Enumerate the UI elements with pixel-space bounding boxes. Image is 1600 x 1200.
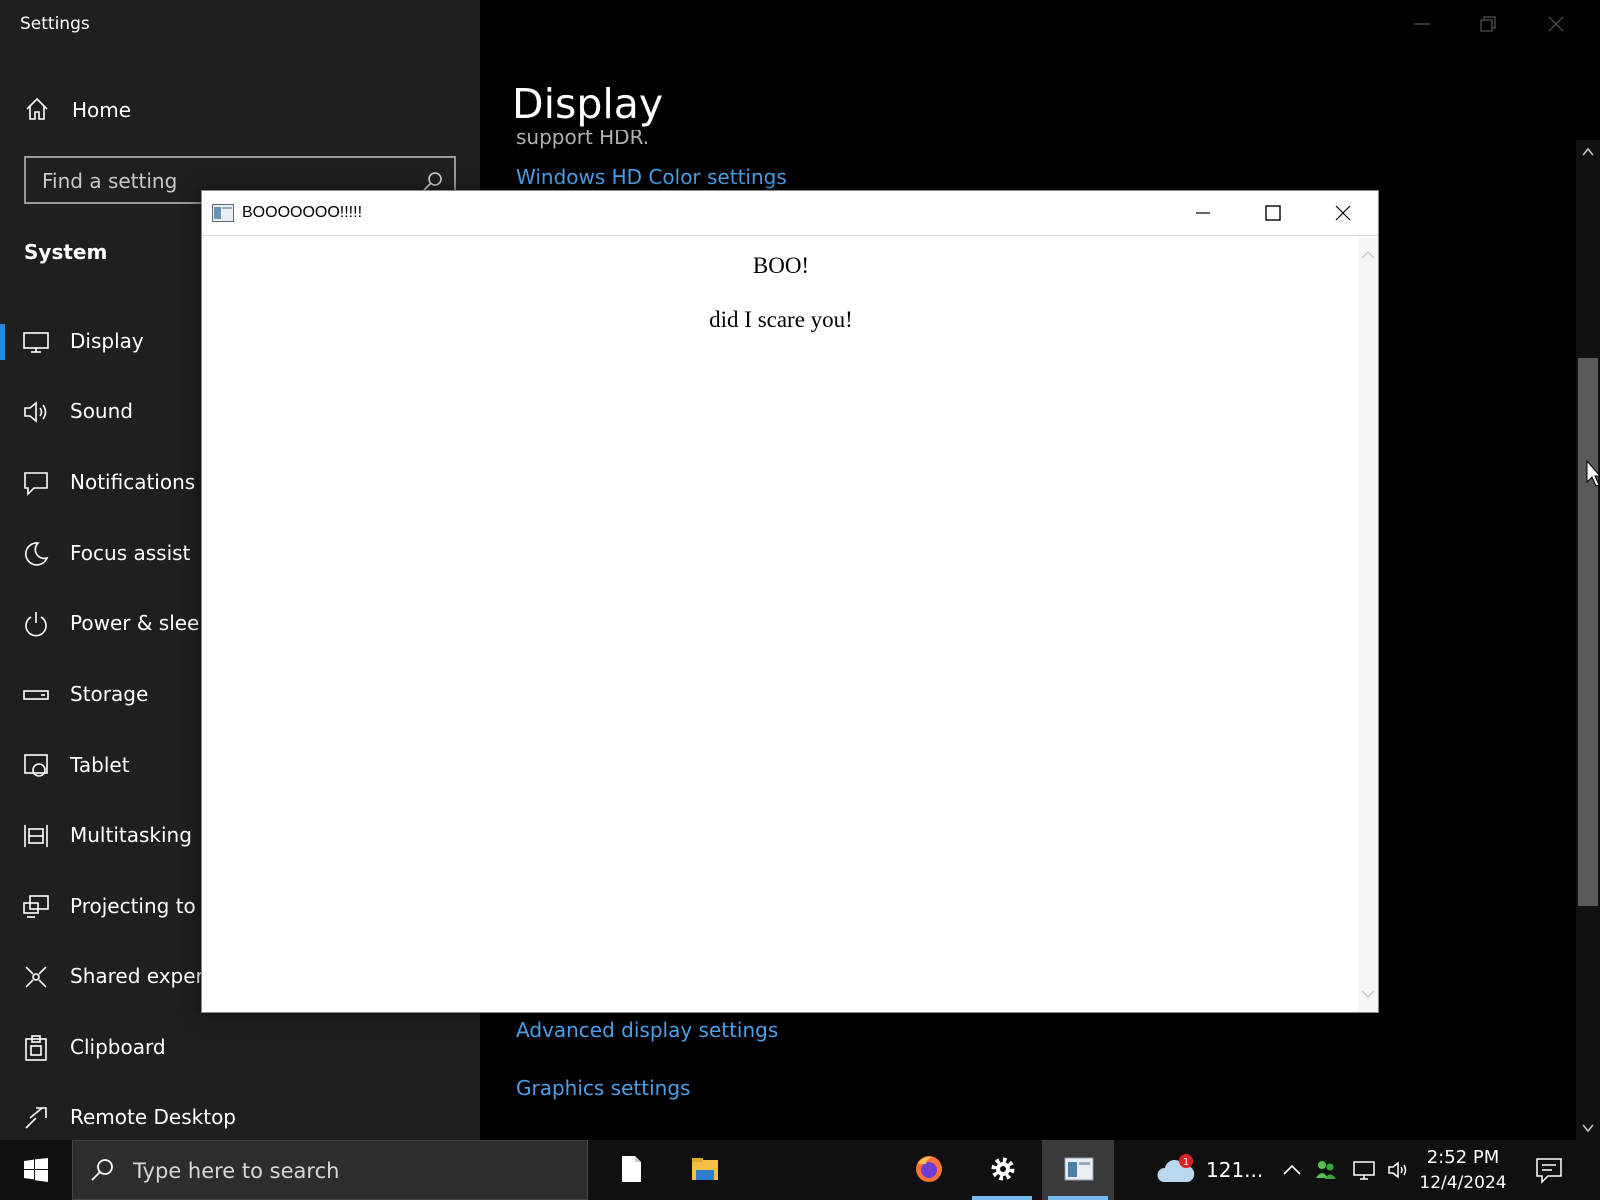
nav-item-label: Tablet xyxy=(70,753,130,777)
taskbar-search-placeholder: Type here to search xyxy=(133,1159,340,1183)
weather-value: 121... xyxy=(1206,1158,1264,1182)
popup-scrollbar[interactable] xyxy=(1358,237,1378,1012)
page-title: Display xyxy=(512,80,664,128)
clock-date: 12/4/2024 xyxy=(1419,1173,1507,1193)
minimize-icon xyxy=(1196,212,1210,214)
advanced-display-settings-link[interactable]: Advanced display settings xyxy=(516,1018,778,1042)
hdr-description: support HDR. xyxy=(516,130,650,149)
settings-scrollbar[interactable] xyxy=(1576,140,1600,1140)
graphics-settings-link[interactable]: Graphics settings xyxy=(516,1076,690,1100)
volume-icon[interactable] xyxy=(1386,1158,1410,1182)
taskbar-clock[interactable]: 2:52 PM 12/4/2024 xyxy=(1418,1146,1508,1196)
network-icon[interactable] xyxy=(1352,1158,1376,1182)
power-icon xyxy=(25,612,47,637)
projecting-icon xyxy=(23,895,49,918)
search-icon xyxy=(91,1159,113,1181)
home-icon xyxy=(26,97,48,120)
monitor-icon xyxy=(23,332,49,353)
app-title: Settings xyxy=(20,14,90,34)
clipboard-icon xyxy=(25,1035,47,1061)
close-icon xyxy=(1335,205,1351,221)
section-title: System xyxy=(24,240,108,264)
nav-item-clipboard[interactable]: Clipboard xyxy=(0,1020,480,1076)
nav-item-label: Multitasking xyxy=(70,823,192,847)
boo-message: did I scare you! xyxy=(709,307,853,332)
popup-maximize-button[interactable] xyxy=(1238,191,1308,236)
hd-color-settings-link[interactable]: Windows HD Color settings xyxy=(516,165,787,189)
nav-item-remote-desktop[interactable]: Remote Desktop xyxy=(0,1090,480,1146)
close-icon[interactable] xyxy=(1544,12,1568,36)
settings-gear-icon xyxy=(991,1157,1015,1181)
storage-icon xyxy=(23,690,49,700)
nav-item-label: Focus assist xyxy=(70,541,191,565)
minimize-icon[interactable] xyxy=(1410,12,1434,36)
mouse-cursor-icon xyxy=(1586,460,1600,487)
popup-titlebar[interactable]: BOOOOOOO!!!!! xyxy=(202,191,1378,236)
popup-minimize-button[interactable] xyxy=(1168,191,1238,236)
search-icon xyxy=(423,172,442,191)
home-nav-item[interactable]: Home xyxy=(0,86,480,134)
weather-badge: 1 xyxy=(1183,1157,1189,1168)
firefox-icon xyxy=(916,1156,942,1182)
taskbar-app-settings[interactable] xyxy=(966,1140,1038,1200)
moon-icon xyxy=(24,542,49,566)
nav-item-label: Remote Desktop xyxy=(70,1105,237,1129)
weather-widget[interactable]: 1 121... xyxy=(1150,1140,1270,1200)
nav-item-label: Storage xyxy=(70,682,149,706)
nav-item-label: Notifications & xyxy=(70,470,218,494)
taskbar: Type here to search 1 121... 2:52 PM 12/… xyxy=(0,1140,1600,1200)
maximize-icon xyxy=(1265,205,1281,221)
taskbar-search-box[interactable]: Type here to search xyxy=(72,1140,588,1200)
taskbar-app-notepad[interactable] xyxy=(594,1140,666,1200)
restore-icon[interactable] xyxy=(1476,12,1500,36)
home-label: Home xyxy=(72,98,132,122)
nav-item-label: Clipboard xyxy=(70,1035,166,1059)
chevron-up-icon[interactable] xyxy=(1280,1158,1304,1182)
multitasking-icon xyxy=(24,825,48,847)
scroll-thumb[interactable] xyxy=(1578,358,1598,906)
action-center-icon[interactable] xyxy=(1534,1156,1564,1184)
clock-time: 2:52 PM xyxy=(1426,1147,1500,1168)
file-explorer-icon xyxy=(692,1158,718,1180)
shared-experiences-icon xyxy=(25,966,47,988)
file-icon xyxy=(622,1156,641,1182)
notification-icon xyxy=(24,472,48,496)
taskbar-app-firefox[interactable] xyxy=(892,1140,964,1200)
scroll-up-icon[interactable] xyxy=(1360,247,1376,263)
speaker-icon xyxy=(24,401,47,423)
popup-content: BOO! did I scare you! xyxy=(202,237,1360,1012)
popup-close-button[interactable] xyxy=(1308,191,1378,236)
boo-heading: BOO! xyxy=(752,253,810,278)
windows-logo-icon xyxy=(24,1158,48,1182)
nav-item-label: Shared experie xyxy=(70,964,222,988)
nav-item-label: Power & sleep xyxy=(70,611,213,635)
taskbar-app-boo-window[interactable] xyxy=(1042,1140,1114,1200)
cloud-icon: 1 xyxy=(1157,1154,1195,1182)
settings-window-controls xyxy=(1390,0,1600,48)
app-window-icon xyxy=(212,204,234,222)
boo-popup-window: BOOOOOOO!!!!! BOO! did I scare you! xyxy=(201,190,1379,1013)
active-indicator xyxy=(0,324,5,360)
popup-title: BOOOOOOO!!!!! xyxy=(242,204,363,221)
taskbar-app-file-explorer[interactable] xyxy=(668,1140,740,1200)
app-window-icon xyxy=(1064,1157,1094,1181)
scroll-down-icon[interactable] xyxy=(1580,1120,1596,1136)
nav-item-label: Sound xyxy=(70,399,133,423)
scroll-down-icon[interactable] xyxy=(1360,986,1376,1002)
nav-item-label: Display xyxy=(70,329,144,353)
people-icon[interactable] xyxy=(1314,1158,1338,1182)
running-indicator xyxy=(1048,1196,1108,1200)
remote-desktop-icon xyxy=(25,1107,47,1129)
tablet-icon xyxy=(24,754,48,777)
search-placeholder: Find a setting xyxy=(42,169,178,193)
nav-item-label: Projecting to t xyxy=(70,894,210,918)
running-indicator xyxy=(972,1196,1032,1200)
start-button[interactable] xyxy=(0,1140,72,1200)
scroll-up-icon[interactable] xyxy=(1580,144,1596,160)
